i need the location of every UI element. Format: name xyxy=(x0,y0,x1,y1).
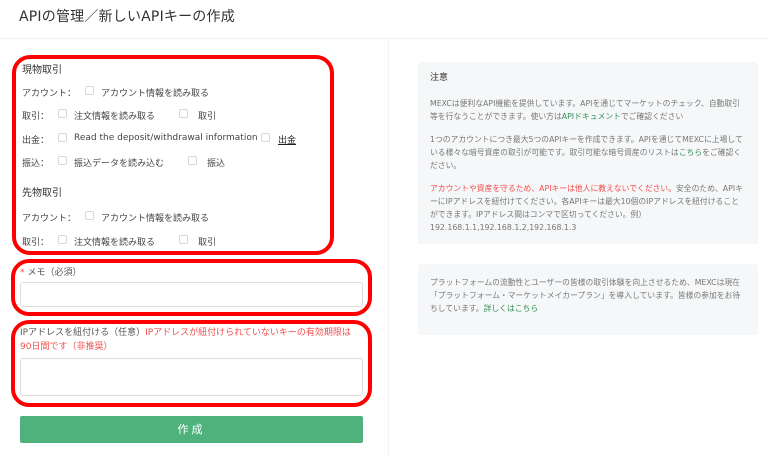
notice-panel: 注意 MEXCは便利なAPI機能を提供しています。APIを通じてマーケットのチェ… xyxy=(418,62,758,244)
futures-trade-row: 取引： 注文情報を読み取る 取引 xyxy=(22,233,342,251)
notice-warning: アカウントや資産を守るため、APIキーは他人に教えないでください。 xyxy=(430,184,677,193)
spot-account-label: アカウント： xyxy=(22,89,77,99)
futures-account-read-checkbox[interactable] xyxy=(85,211,94,220)
asset-list-link[interactable]: こちら xyxy=(679,148,702,157)
notice-paragraph-3: アカウントや資産を守るため、APIキーは他人に教えないでください。安全のため、A… xyxy=(430,184,743,232)
spot-trade-row: 取引： 注文情報を読み取る 取引 xyxy=(22,107,342,125)
spot-transfer-label: 振込： xyxy=(22,159,50,169)
futures-trade-label: 取引： xyxy=(22,238,50,248)
spot-withdraw-read-checkbox[interactable] xyxy=(58,133,67,142)
spot-transfer-checkbox[interactable] xyxy=(188,156,197,165)
spot-section-title: 現物取引 xyxy=(22,65,62,76)
futures-trade-checkbox-label: 取引 xyxy=(198,238,217,248)
spot-transfer-row: 振込： 振込データを読み込む 振込 xyxy=(22,154,342,172)
required-mark: * xyxy=(20,268,25,278)
spot-withdraw-row: 出金： Read the deposit/withdrawal informat… xyxy=(22,131,342,149)
ip-label-text: IPアドレスを紐付ける（任意） xyxy=(20,328,146,338)
api-docs-link[interactable]: APIドキュメント xyxy=(562,112,621,121)
futures-trade-read-checkbox[interactable] xyxy=(58,235,67,244)
futures-account-read-label: アカウント情報を読み取る xyxy=(101,214,210,224)
spot-trade-read-checkbox[interactable] xyxy=(58,109,67,118)
memo-input[interactable] xyxy=(20,282,363,307)
spot-withdraw-read-label: Read the deposit/withdrawal information xyxy=(74,133,258,143)
column-divider xyxy=(388,40,389,457)
spot-withdraw-label: 出金： xyxy=(22,136,50,146)
spot-transfer-checkbox-label: 振込 xyxy=(207,159,226,169)
futures-account-row: アカウント： アカウント情報を読み取る xyxy=(22,209,342,227)
spot-trade-checkbox[interactable] xyxy=(179,109,188,118)
memo-label: * メモ（必須） xyxy=(20,265,82,278)
spot-withdraw-checkbox[interactable] xyxy=(261,133,270,142)
notice-paragraph-2: 1つのアカウントにつき最大5つのAPIキーを作成できます。APIを通じてMEXC… xyxy=(430,135,743,170)
spot-transfer-read-checkbox[interactable] xyxy=(58,156,67,165)
create-button[interactable]: 作成 xyxy=(20,416,363,443)
spot-trade-checkbox-label: 取引 xyxy=(198,112,217,122)
spot-account-read-checkbox[interactable] xyxy=(85,86,94,95)
futures-section-title: 先物取引 xyxy=(22,188,62,199)
notice-title: 注意 xyxy=(430,73,449,83)
spot-account-row: アカウント： アカウント情報を読み取る xyxy=(22,84,342,102)
memo-label-text: メモ（必須） xyxy=(27,268,82,278)
futures-trade-read-label: 注文情報を読み取る xyxy=(74,238,156,248)
futures-account-label: アカウント： xyxy=(22,214,77,224)
notice-paragraph-1: MEXCは便利なAPI機能を提供しています。APIを通じてマーケットのチェック、… xyxy=(430,99,740,121)
market-maker-panel: プラットフォームの流動性とユーザーの皆様の取引体験を向上させるため、MEXCは現… xyxy=(418,264,758,335)
spot-withdraw-checkbox-label[interactable]: 出金 xyxy=(278,133,296,146)
market-maker-text: プラットフォームの流動性とユーザーの皆様の取引体験を向上させるため、MEXCは現… xyxy=(430,278,741,313)
spot-trade-label: 取引： xyxy=(22,112,50,122)
spot-transfer-read-label: 振込データを読み込む xyxy=(74,159,165,169)
spot-account-read-label: アカウント情報を読み取る xyxy=(101,89,210,99)
page-title: APIの管理／新しいAPIキーの作成 xyxy=(19,9,235,25)
futures-trade-checkbox[interactable] xyxy=(179,235,188,244)
ip-label: IPアドレスを紐付ける（任意）IPアドレスが紐付けられていないキーの有効期限は9… xyxy=(20,326,360,354)
market-maker-link[interactable]: 詳しくはこちら xyxy=(484,304,539,313)
header-divider xyxy=(0,38,768,39)
ip-whitelist-textarea[interactable] xyxy=(20,358,363,396)
spot-trade-read-label: 注文情報を読み取る xyxy=(74,112,156,122)
